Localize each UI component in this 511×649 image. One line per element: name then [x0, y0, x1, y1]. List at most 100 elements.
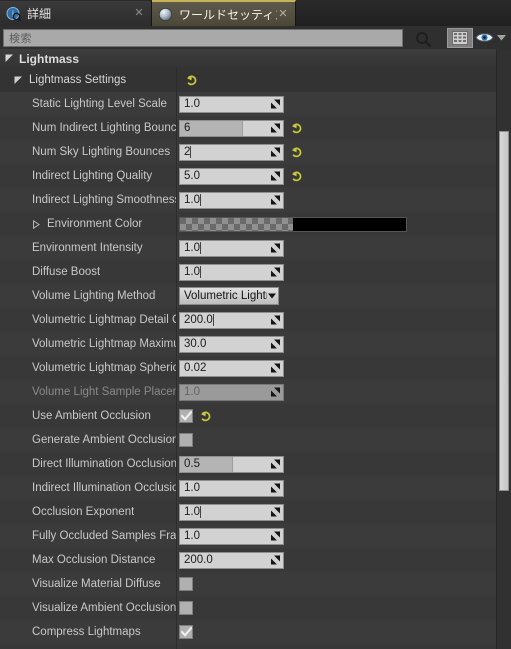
- tab-world-settings-close-icon[interactable]: ✕: [277, 8, 289, 20]
- spinner-drag-icon[interactable]: [270, 243, 281, 254]
- triangle-expanded-icon[interactable]: [14, 76, 23, 85]
- checkbox[interactable]: [179, 409, 193, 423]
- text-caret: [200, 266, 201, 278]
- spinner-drag-icon[interactable]: [270, 387, 281, 398]
- numeric-value: 30.0: [184, 338, 207, 350]
- spinner-drag-icon[interactable]: [270, 171, 281, 182]
- spinner-drag-icon[interactable]: [270, 123, 281, 134]
- property-label-cell: Visualize Ambient Occlusion: [0, 596, 176, 620]
- checkmark-icon: [180, 411, 192, 421]
- numeric-value: 1.0: [184, 266, 200, 278]
- numeric-input[interactable]: 1.0: [179, 191, 284, 209]
- numeric-value: 1.0: [184, 386, 200, 398]
- numeric-input[interactable]: 1.0: [179, 479, 284, 497]
- property-label-cell: Max Occlusion Distance: [0, 548, 176, 572]
- column-view-icon[interactable]: [447, 27, 473, 48]
- visibility-eye-icon[interactable]: [473, 28, 495, 48]
- spinner-drag-icon[interactable]: [270, 195, 281, 206]
- property-label: Generate Ambient Occlusion: [32, 434, 176, 446]
- numeric-input[interactable]: 5.0: [179, 167, 284, 185]
- chevron-down-icon[interactable]: [495, 28, 507, 48]
- vertical-scrollbar[interactable]: [496, 49, 511, 649]
- property-label: Direct Illumination Occlusion: [32, 458, 176, 470]
- category-header-lightmass[interactable]: Lightmass: [0, 49, 497, 69]
- property-label-cell: Environment Color: [0, 212, 176, 236]
- property-label: Compress Lightmaps: [32, 626, 141, 638]
- spinner-drag-icon[interactable]: [270, 315, 281, 326]
- numeric-value: 1.0: [184, 530, 200, 542]
- triangle-collapsed-icon[interactable]: [32, 219, 41, 229]
- tab-world-settings-label: ワールドセッティング: [179, 7, 277, 22]
- spinner-drag-icon[interactable]: [270, 459, 281, 470]
- column-splitter[interactable]: [176, 68, 177, 649]
- spinner-drag-icon[interactable]: [270, 483, 281, 494]
- reset-to-default-icon[interactable]: [290, 145, 303, 159]
- property-value-cell: 1.0: [176, 524, 497, 548]
- property-label-cell: Indirect Illumination Occlusio: [0, 476, 176, 500]
- property-row: Visualize Material Diffuse: [0, 572, 497, 596]
- checkbox[interactable]: [179, 433, 193, 447]
- property-row: Volumetric Lightmap Detail C 200.0: [0, 308, 497, 332]
- property-label-cell: Static Lighting Level Scale: [0, 92, 176, 116]
- tab-world-settings[interactable]: ワールドセッティング ✕: [152, 0, 296, 26]
- property-value-cell: 1.0: [176, 188, 497, 212]
- spinner-drag-icon[interactable]: [270, 147, 281, 158]
- property-label-cell: Indirect Lighting Smoothness: [0, 188, 176, 212]
- property-value-cell: [176, 428, 497, 452]
- property-value-cell: 0.5: [176, 452, 497, 476]
- category-header-label: Lightmass: [19, 51, 80, 66]
- tab-details-close-icon[interactable]: ✕: [133, 8, 145, 19]
- numeric-input[interactable]: 1.0: [179, 263, 284, 281]
- scrollbar-thumb[interactable]: [499, 131, 509, 491]
- reset-to-default-icon[interactable]: [290, 169, 303, 183]
- property-label-cell: Use Ambient Occlusion: [0, 404, 176, 428]
- checkbox[interactable]: [179, 625, 193, 639]
- numeric-value: 6: [184, 122, 191, 134]
- spinner-drag-icon[interactable]: [270, 507, 281, 518]
- spinner-drag-icon[interactable]: [270, 267, 281, 278]
- property-row: Environment Intensity 1.0: [0, 236, 497, 260]
- property-label: Volume Lighting Method: [32, 290, 156, 302]
- numeric-value: 1.0: [184, 482, 200, 494]
- numeric-input[interactable]: 1.0: [179, 527, 284, 545]
- checkbox[interactable]: [179, 577, 193, 591]
- checkbox[interactable]: [179, 601, 193, 615]
- property-value-cell: 200.0: [176, 548, 497, 572]
- property-row: Volume Light Sample Placem 1.0: [0, 380, 497, 404]
- spinner-drag-icon[interactable]: [270, 531, 281, 542]
- numeric-input[interactable]: 0.02: [179, 359, 284, 377]
- property-value-cell: [176, 404, 497, 428]
- property-row: Fully Occluded Samples Frac 1.0: [0, 524, 497, 548]
- numeric-input[interactable]: 30.0: [179, 335, 284, 353]
- spinner-drag-icon[interactable]: [270, 339, 281, 350]
- spinner-drag-icon[interactable]: [270, 555, 281, 566]
- reset-to-default-icon[interactable]: [185, 73, 198, 87]
- property-label: Volume Light Sample Placem: [32, 386, 176, 398]
- property-value-cell: 1.0: [176, 500, 497, 524]
- property-label: Environment Intensity: [32, 242, 143, 254]
- numeric-input[interactable]: 6: [179, 119, 284, 137]
- tab-details[interactable]: i 詳細 ✕: [0, 1, 152, 26]
- reset-to-default-icon[interactable]: [290, 121, 303, 135]
- spinner-drag-icon[interactable]: [270, 99, 281, 110]
- property-label: Indirect Lighting Smoothness: [32, 194, 176, 206]
- property-label-cell: Volumetric Lightmap Spheric: [0, 356, 176, 380]
- property-label: Fully Occluded Samples Frac: [32, 530, 176, 542]
- dropdown-volume-lighting-method[interactable]: Volumetric Lightmap: [179, 287, 279, 305]
- numeric-input[interactable]: 0.5: [179, 455, 284, 473]
- numeric-input[interactable]: 1.0: [179, 503, 284, 521]
- color-solid: [293, 217, 406, 231]
- numeric-input[interactable]: 200.0: [179, 551, 284, 569]
- property-row: Max Occlusion Distance 200.0: [0, 548, 497, 572]
- spinner-drag-icon[interactable]: [270, 363, 281, 374]
- search-input[interactable]: 検索: [3, 28, 431, 48]
- numeric-input[interactable]: 1.0: [179, 95, 284, 113]
- chevron-down-icon[interactable]: [267, 293, 276, 299]
- triangle-expanded-icon[interactable]: [5, 54, 14, 63]
- search-icon[interactable]: [410, 30, 436, 50]
- numeric-input[interactable]: 1.0: [179, 239, 284, 257]
- reset-to-default-icon[interactable]: [199, 409, 212, 423]
- numeric-input[interactable]: 200.0: [179, 311, 284, 329]
- color-swatch[interactable]: [179, 216, 407, 232]
- numeric-input[interactable]: 2: [179, 143, 284, 161]
